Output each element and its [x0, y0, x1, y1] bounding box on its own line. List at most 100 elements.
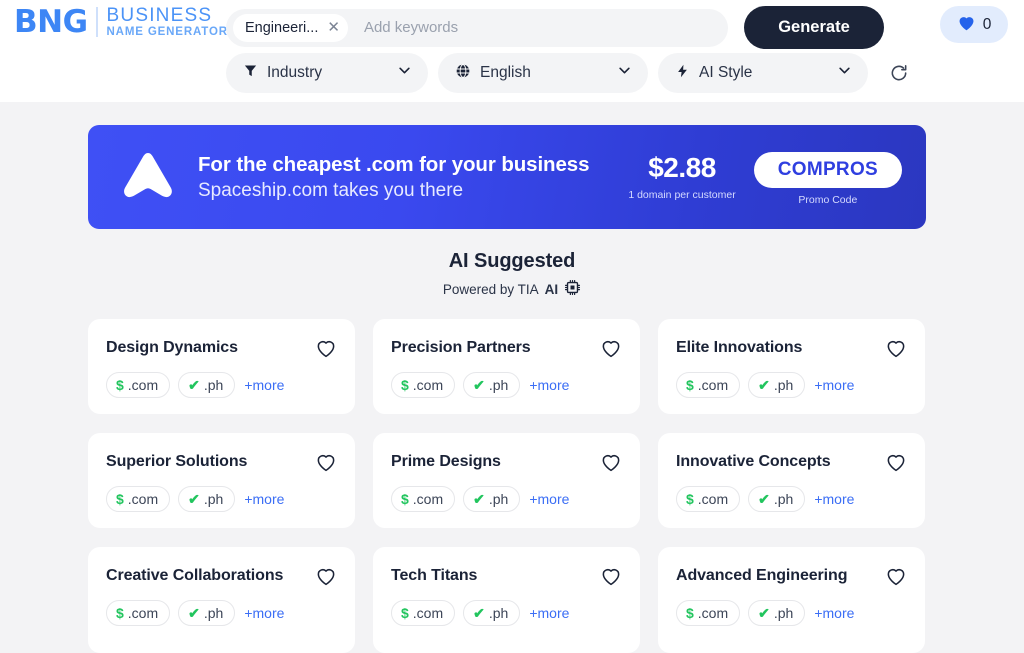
domain-chip-row: $ .com ✔ .ph +more	[391, 372, 622, 398]
name-result-card[interactable]: Tech Titans $ .com ✔ .ph +more	[373, 547, 640, 653]
name-result-card[interactable]: Innovative Concepts $ .com ✔ .ph +more	[658, 433, 925, 528]
domain-chip-ph[interactable]: ✔ .ph	[463, 372, 521, 398]
heart-outline-icon[interactable]	[600, 452, 622, 474]
keyword-search-field[interactable]: Engineeri... ✕ Add keywords	[226, 8, 728, 47]
name-result-card[interactable]: Prime Designs $ .com ✔ .ph +more	[373, 433, 640, 528]
industry-select[interactable]: Industry	[226, 53, 428, 93]
chevron-down-icon	[617, 63, 632, 83]
price-tag-icon: $	[116, 377, 124, 393]
more-domains-link[interactable]: +more	[814, 605, 854, 621]
domain-chip-com[interactable]: $ .com	[106, 486, 171, 512]
domain-chip-ph[interactable]: ✔ .ph	[748, 372, 806, 398]
powered-by-label: Powered by TIA AI	[0, 279, 1024, 299]
domain-chip-ph[interactable]: ✔ .ph	[463, 486, 521, 512]
domain-chip-ph-label: .ph	[203, 491, 224, 507]
name-result-card[interactable]: Creative Collaborations $ .com ✔ .ph +more	[88, 547, 355, 653]
card-top: Superior Solutions	[106, 451, 337, 474]
domain-chip-com[interactable]: $ .com	[676, 372, 741, 398]
check-icon: ✔	[473, 491, 485, 507]
domain-chip-com-label: .com	[127, 605, 159, 621]
business-name-label: Precision Partners	[391, 339, 531, 356]
domain-chip-com-label: .com	[127, 491, 159, 507]
generate-button[interactable]: Generate	[744, 6, 884, 49]
domain-chip-ph[interactable]: ✔ .ph	[748, 600, 806, 626]
business-name-label: Superior Solutions	[106, 453, 248, 470]
keyword-chip[interactable]: Engineeri... ✕	[233, 13, 348, 42]
close-icon[interactable]: ✕	[325, 20, 342, 35]
results-section-header: AI Suggested Powered by TIA AI	[0, 250, 1024, 299]
promo-code-button[interactable]: COMPROS	[753, 152, 902, 188]
check-icon: ✔	[188, 377, 200, 393]
heart-outline-icon[interactable]	[315, 338, 337, 360]
name-result-card[interactable]: Design Dynamics $ .com ✔ .ph +more	[88, 319, 355, 414]
more-domains-link[interactable]: +more	[529, 605, 569, 621]
app-header: BNG BUSINESS NAME GENERATOR Engineeri...…	[0, 0, 1024, 102]
business-name-label: Tech Titans	[391, 567, 478, 584]
more-domains-link[interactable]: +more	[814, 377, 854, 393]
favorites-badge[interactable]: 0	[940, 6, 1008, 43]
domain-chip-com-label: .com	[412, 605, 444, 621]
domain-chip-com[interactable]: $ .com	[106, 600, 171, 626]
check-icon: ✔	[473, 605, 485, 621]
domain-chip-ph-label: .ph	[203, 605, 224, 621]
language-select[interactable]: English	[438, 53, 648, 93]
name-result-card[interactable]: Superior Solutions $ .com ✔ .ph +more	[88, 433, 355, 528]
domain-chip-com[interactable]: $ .com	[106, 372, 171, 398]
app-logo[interactable]: BNG BUSINESS NAME GENERATOR	[14, 4, 228, 40]
business-name-label: Creative Collaborations	[106, 567, 284, 584]
chevron-down-icon	[397, 63, 412, 83]
domain-chip-row: $ .com ✔ .ph +more	[106, 600, 337, 626]
more-domains-link[interactable]: +more	[529, 377, 569, 393]
domain-chip-row: $ .com ✔ .ph +more	[391, 486, 622, 512]
domain-chip-com-label: .com	[127, 377, 159, 393]
domain-chip-com-label: .com	[697, 377, 729, 393]
heart-outline-icon[interactable]	[885, 452, 907, 474]
name-result-card[interactable]: Advanced Engineering $ .com ✔ .ph +more	[658, 547, 925, 653]
promo-banner[interactable]: For the cheapest .com for your business …	[88, 125, 926, 229]
ai-style-select[interactable]: AI Style	[658, 53, 868, 93]
domain-chip-com[interactable]: $ .com	[391, 372, 456, 398]
domain-chip-ph[interactable]: ✔ .ph	[178, 600, 236, 626]
domain-chip-row: $ .com ✔ .ph +more	[676, 372, 907, 398]
heart-outline-icon[interactable]	[315, 566, 337, 588]
chip-icon	[564, 279, 581, 299]
heart-outline-icon[interactable]	[315, 452, 337, 474]
domain-chip-com[interactable]: $ .com	[391, 600, 456, 626]
check-icon: ✔	[473, 377, 485, 393]
heart-outline-icon[interactable]	[600, 338, 622, 360]
heart-outline-icon[interactable]	[885, 566, 907, 588]
heart-outline-icon[interactable]	[885, 338, 907, 360]
domain-chip-ph[interactable]: ✔ .ph	[178, 486, 236, 512]
search-input[interactable]: Add keywords	[364, 19, 722, 36]
logo-line-name-generator: NAME GENERATOR	[106, 25, 228, 38]
business-name-label: Prime Designs	[391, 453, 501, 470]
card-top: Design Dynamics	[106, 337, 337, 360]
domain-chip-ph[interactable]: ✔ .ph	[178, 372, 236, 398]
domain-chip-com[interactable]: $ .com	[676, 600, 741, 626]
more-domains-link[interactable]: +more	[814, 491, 854, 507]
domain-chip-row: $ .com ✔ .ph +more	[676, 486, 907, 512]
lightning-icon	[675, 63, 690, 84]
domain-chip-ph-label: .ph	[773, 491, 794, 507]
domain-chip-ph[interactable]: ✔ .ph	[463, 600, 521, 626]
check-icon: ✔	[188, 491, 200, 507]
refresh-icon[interactable]	[886, 60, 912, 86]
more-domains-link[interactable]: +more	[244, 491, 284, 507]
card-top: Precision Partners	[391, 337, 622, 360]
logo-mark: BNG	[14, 3, 88, 40]
domain-chip-ph[interactable]: ✔ .ph	[748, 486, 806, 512]
business-name-label: Advanced Engineering	[676, 567, 848, 584]
globe-icon	[455, 63, 471, 84]
heart-outline-icon[interactable]	[600, 566, 622, 588]
more-domains-link[interactable]: +more	[529, 491, 569, 507]
domain-chip-ph-label: .ph	[773, 377, 794, 393]
name-result-card[interactable]: Elite Innovations $ .com ✔ .ph +more	[658, 319, 925, 414]
powered-by-ai-text: AI	[544, 281, 559, 297]
more-domains-link[interactable]: +more	[244, 377, 284, 393]
domain-chip-com[interactable]: $ .com	[391, 486, 456, 512]
name-result-card[interactable]: Precision Partners $ .com ✔ .ph +more	[373, 319, 640, 414]
heart-filled-icon	[957, 14, 976, 36]
logo-divider	[95, 7, 98, 37]
domain-chip-com[interactable]: $ .com	[676, 486, 741, 512]
more-domains-link[interactable]: +more	[244, 605, 284, 621]
